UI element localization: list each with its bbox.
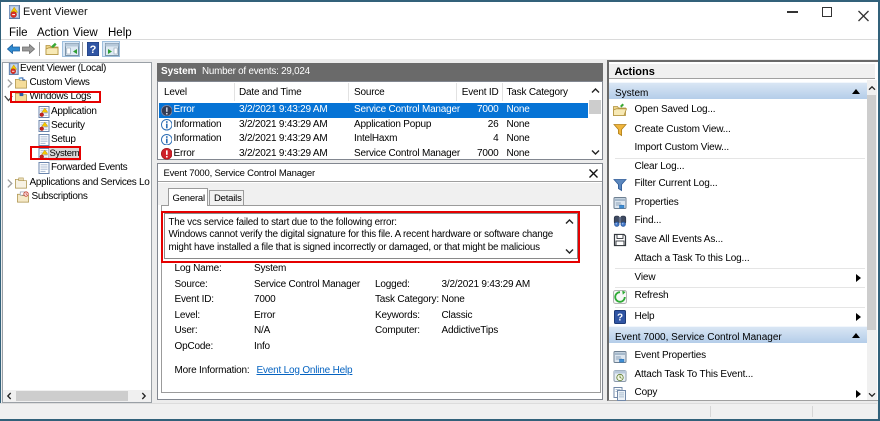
svg-text:?: ? [90, 44, 97, 56]
svg-text:?: ? [617, 313, 623, 324]
